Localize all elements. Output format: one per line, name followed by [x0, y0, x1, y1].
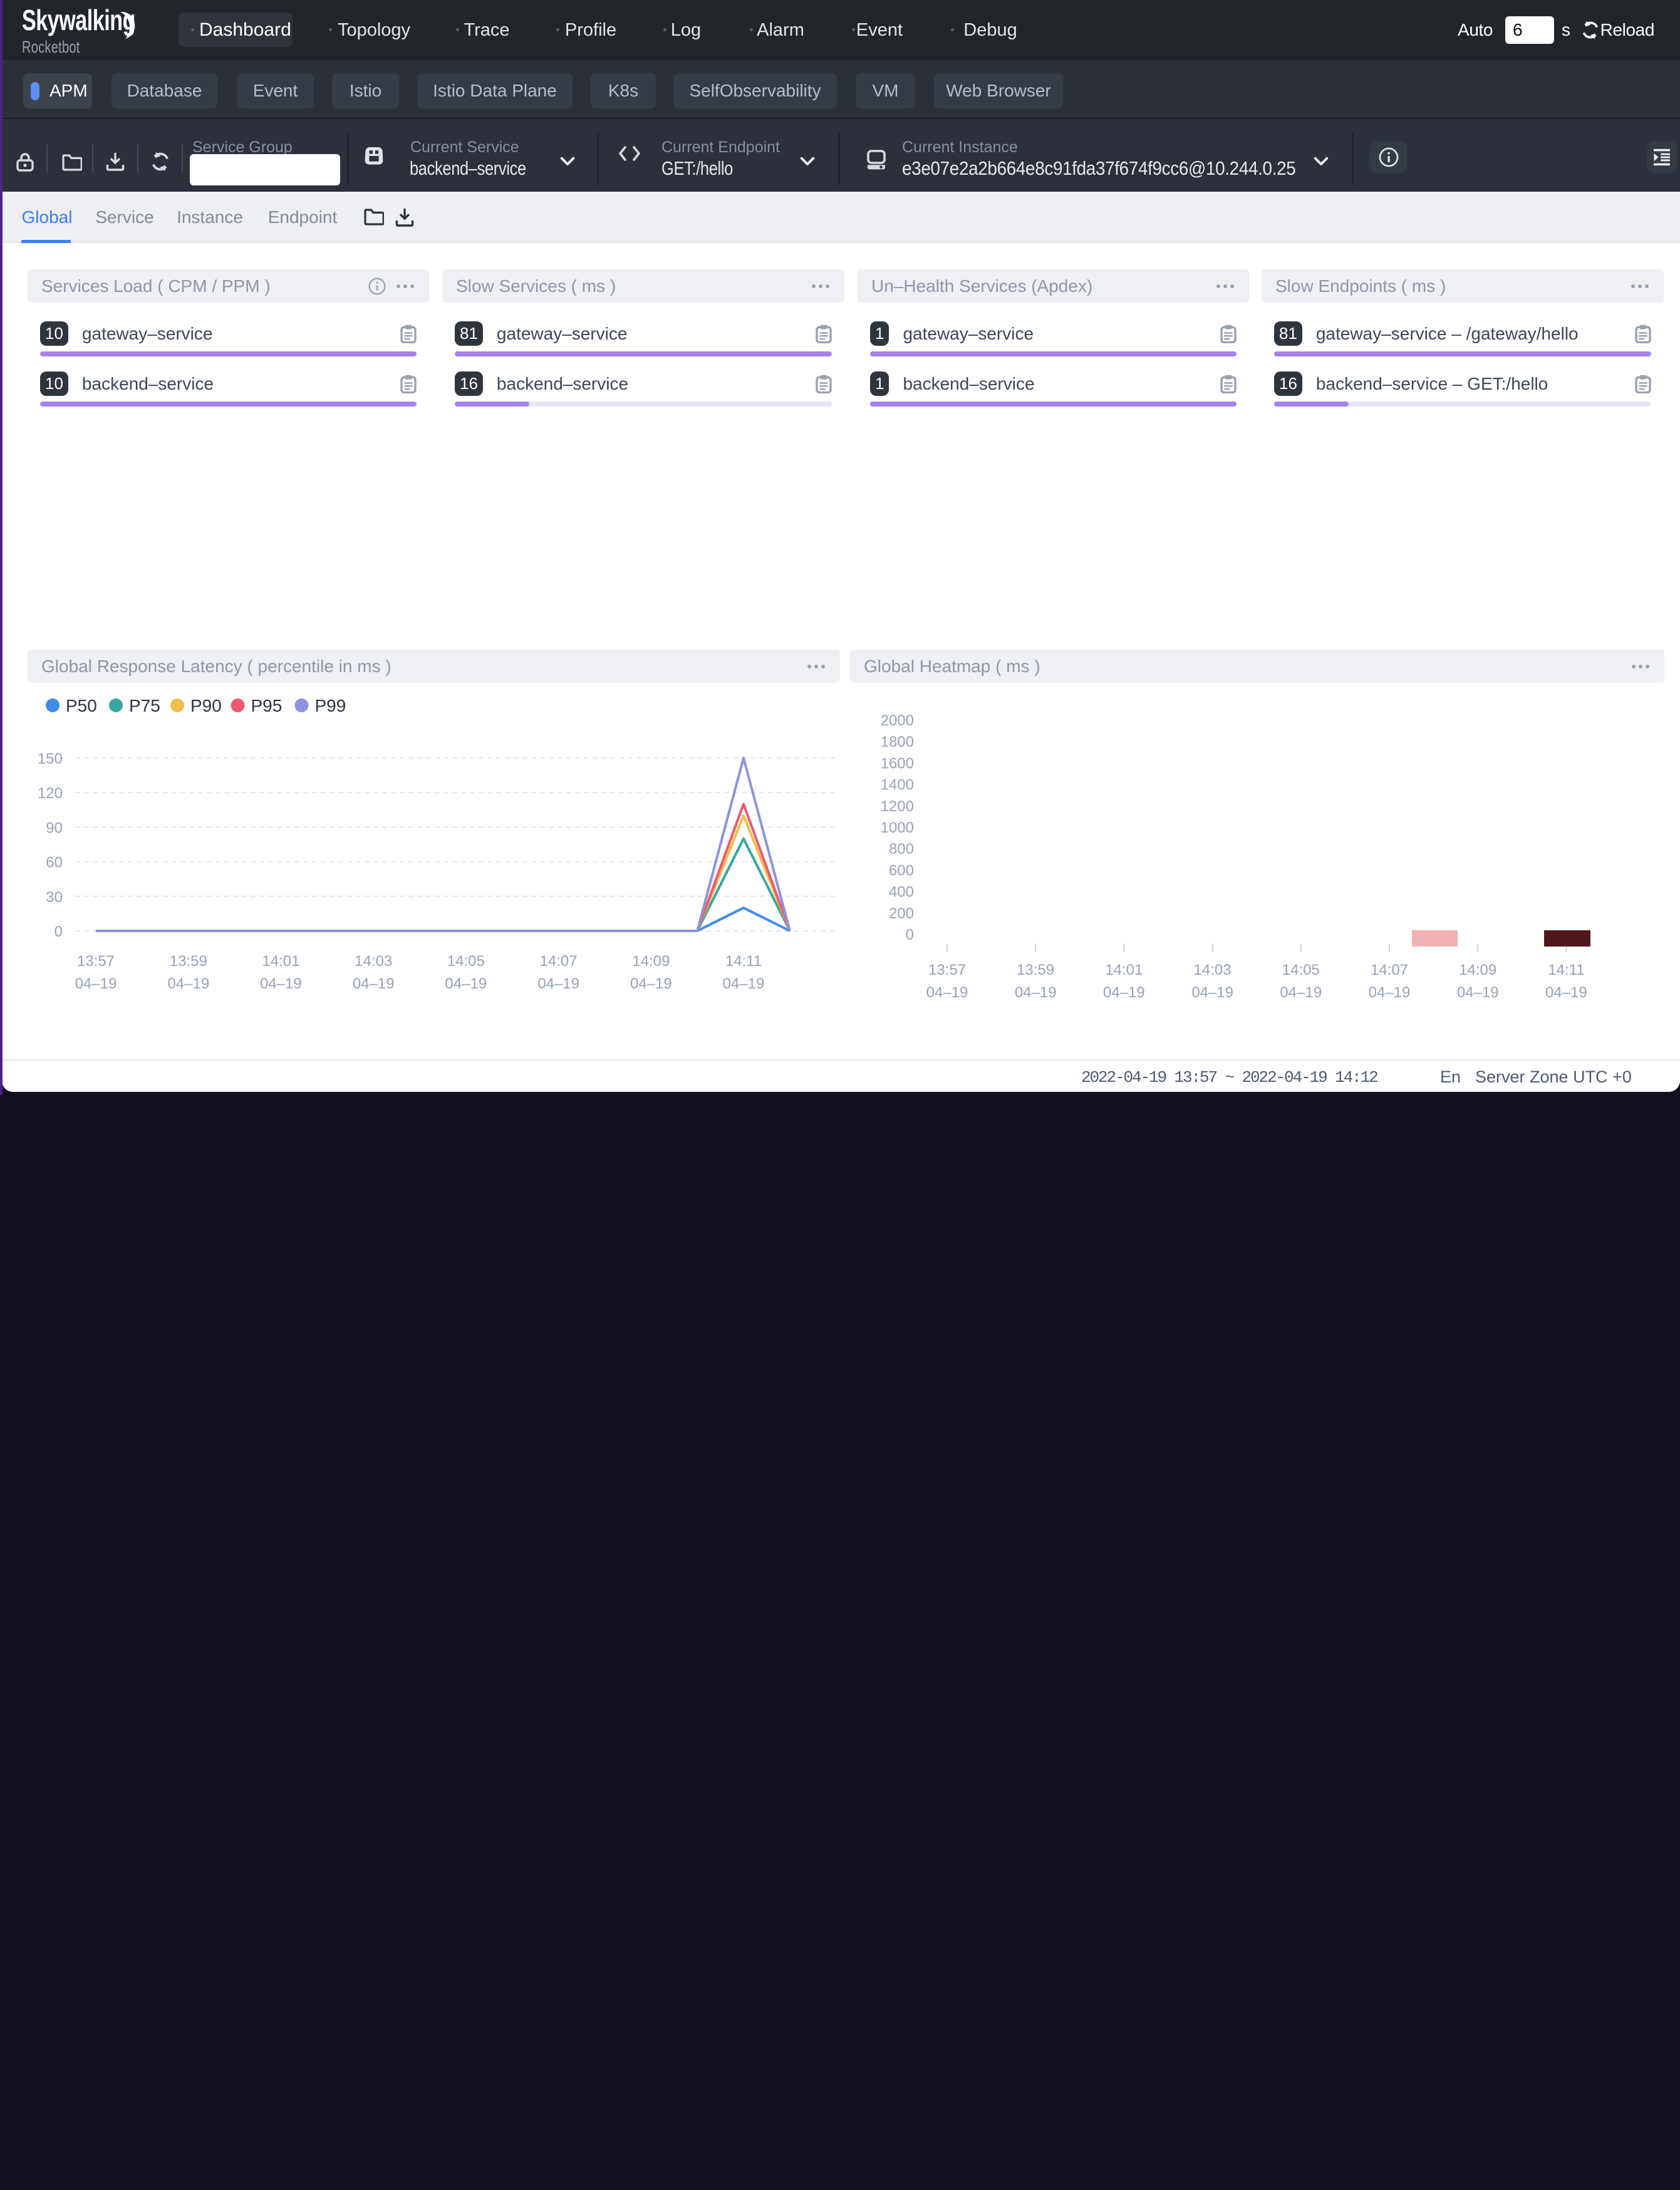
svg-text:0: 0: [906, 926, 914, 943]
svg-text:04–19: 04–19: [75, 975, 117, 992]
svg-text:90: 90: [46, 819, 63, 836]
svg-text:14:09: 14:09: [632, 953, 670, 970]
svg-text:04–19: 04–19: [537, 975, 579, 992]
svg-text:04–19: 04–19: [1103, 984, 1145, 1001]
svg-text:P50: P50: [66, 696, 97, 715]
svg-text:14:11: 14:11: [1548, 962, 1584, 978]
svg-text:1200: 1200: [881, 798, 914, 815]
svg-text:14:11: 14:11: [725, 953, 762, 970]
svg-text:120: 120: [38, 785, 63, 802]
svg-text:04–19: 04–19: [630, 975, 672, 992]
svg-text:60: 60: [46, 854, 63, 871]
svg-text:14:01: 14:01: [1105, 962, 1143, 978]
svg-text:04–19: 04–19: [723, 975, 765, 992]
svg-text:04–19: 04–19: [1015, 984, 1057, 1001]
svg-text:150: 150: [38, 750, 63, 767]
svg-text:30: 30: [46, 889, 63, 906]
svg-text:14:05: 14:05: [447, 953, 485, 970]
svg-text:04–19: 04–19: [445, 975, 487, 992]
svg-text:1400: 1400: [881, 777, 914, 794]
svg-text:04–19: 04–19: [1191, 984, 1233, 1001]
svg-text:1600: 1600: [881, 755, 914, 772]
svg-text:2000: 2000: [881, 712, 914, 729]
svg-text:04–19: 04–19: [926, 984, 968, 1001]
svg-text:1000: 1000: [881, 819, 914, 836]
svg-text:P90: P90: [190, 696, 222, 715]
svg-text:200: 200: [889, 905, 914, 922]
svg-text:14:07: 14:07: [1371, 962, 1408, 978]
svg-text:13:59: 13:59: [1017, 962, 1054, 978]
svg-text:14:07: 14:07: [540, 953, 578, 970]
svg-text:04–19: 04–19: [1457, 984, 1499, 1001]
svg-text:400: 400: [889, 884, 914, 901]
svg-text:800: 800: [889, 841, 914, 858]
svg-text:P95: P95: [251, 696, 283, 715]
svg-text:14:09: 14:09: [1459, 962, 1496, 978]
svg-text:0: 0: [54, 923, 63, 940]
svg-text:P99: P99: [315, 696, 346, 715]
svg-text:600: 600: [889, 862, 914, 879]
svg-text:13:59: 13:59: [170, 953, 207, 970]
svg-text:1800: 1800: [881, 734, 914, 750]
svg-text:P75: P75: [129, 696, 160, 715]
svg-text:04–19: 04–19: [1545, 984, 1587, 1001]
svg-text:14:03: 14:03: [1194, 962, 1231, 978]
svg-text:14:05: 14:05: [1282, 962, 1320, 978]
svg-text:14:01: 14:01: [262, 953, 299, 970]
svg-text:04–19: 04–19: [1369, 984, 1411, 1001]
svg-text:04–19: 04–19: [167, 975, 209, 992]
svg-text:14:03: 14:03: [355, 953, 392, 970]
svg-text:04–19: 04–19: [260, 975, 302, 992]
svg-text:13:57: 13:57: [928, 962, 966, 978]
svg-text:13:57: 13:57: [77, 953, 115, 970]
svg-text:04–19: 04–19: [1280, 984, 1322, 1001]
svg-text:04–19: 04–19: [353, 975, 395, 992]
